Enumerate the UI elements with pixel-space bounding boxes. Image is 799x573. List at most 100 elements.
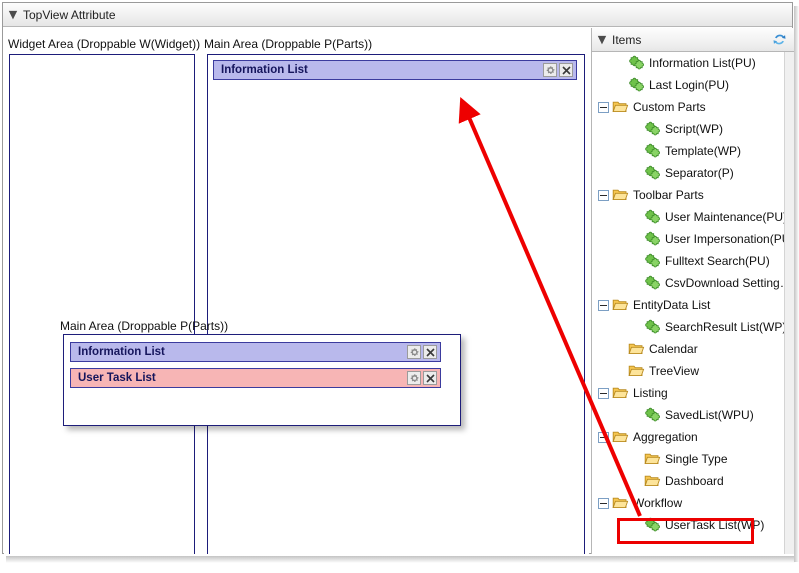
part-information-list[interactable]: Information List (213, 60, 577, 80)
tree-item[interactable]: Single Type (592, 448, 784, 470)
tree-item-label: Calendar (649, 342, 698, 356)
tree-item[interactable]: Dashboard (592, 470, 784, 492)
tree-item[interactable]: Listing (592, 382, 784, 404)
tree-item-label: Script(WP) (665, 122, 723, 136)
close-icon[interactable] (559, 63, 573, 77)
tree-item-label: Aggregation (633, 430, 698, 444)
refresh-icon[interactable] (768, 30, 790, 50)
tree-item-label: Separator(P) (665, 166, 734, 180)
tree-item[interactable]: SavedList(WPU) (592, 404, 784, 426)
items-tree[interactable]: Information List(PU) Last Login(PU) Custom… (592, 52, 784, 554)
tree-item[interactable]: Custom Parts (592, 96, 784, 118)
puzzle-icon (644, 165, 661, 181)
gear-icon[interactable] (407, 345, 421, 359)
tree-item-label: Listing (633, 386, 668, 400)
part-buttons (407, 371, 440, 385)
puzzle-icon (644, 209, 661, 225)
folder-icon (628, 341, 645, 357)
tree-item[interactable]: Aggregation (592, 426, 784, 448)
items-panel-header[interactable]: ▼ Items (592, 28, 794, 52)
puzzle-icon (644, 231, 661, 247)
screenshot-root: ▼ TopView Attribute Widget Area (Droppab… (0, 0, 799, 573)
tree-item[interactable]: Separator(P) (592, 162, 784, 184)
main-area-label: Main Area (Droppable P(Parts)) (204, 37, 373, 51)
items-scrollbar[interactable] (784, 52, 794, 554)
tree-item[interactable]: Script(WP) (592, 118, 784, 140)
items-panel-title: Items (612, 32, 642, 47)
collapse-minus-icon[interactable] (598, 189, 609, 201)
folder-icon (612, 429, 629, 445)
drag-ghost-panel[interactable]: Information List User Task List (63, 334, 461, 426)
widget-area-label: Widget Area (Droppable W(Widget)) (8, 37, 201, 51)
puzzle-icon (644, 143, 661, 159)
window-shadow-right (794, 6, 799, 562)
collapse-minus-icon[interactable] (598, 299, 609, 311)
collapse-minus-icon[interactable] (598, 387, 609, 399)
tree-item[interactable]: SearchResult List(WP) (592, 316, 784, 338)
window-shadow-bottom (6, 556, 795, 563)
tree-item[interactable]: Fulltext Search(PU) (592, 250, 784, 272)
tree-item[interactable]: EntityData List (592, 294, 784, 316)
folder-icon (612, 495, 629, 511)
tree-item-label: Information List(PU) (649, 56, 756, 70)
tree-item-label: Fulltext Search(PU) (665, 254, 770, 268)
folder-icon (644, 473, 661, 489)
folder-icon (612, 99, 629, 115)
gear-icon[interactable] (407, 371, 421, 385)
close-icon[interactable] (423, 345, 437, 359)
tree-item-label: User Maintenance(PU) (665, 210, 784, 224)
ghost-part-user-task-list[interactable]: User Task List (70, 368, 441, 388)
tree-item[interactable]: Toolbar Parts (592, 184, 784, 206)
close-icon[interactable] (423, 371, 437, 385)
tree-item-label: Dashboard (665, 474, 724, 488)
tree-item-label: SavedList(WPU) (665, 408, 754, 422)
tree-item[interactable]: User Maintenance(PU) (592, 206, 784, 228)
puzzle-icon (644, 275, 661, 291)
folder-icon (612, 187, 629, 203)
collapse-minus-icon[interactable] (598, 101, 609, 113)
tree-item[interactable]: User Impersonation(PU) (592, 228, 784, 250)
tree-item[interactable]: Workflow (592, 492, 784, 514)
chevron-down-icon[interactable]: ▼ (3, 9, 23, 20)
tree-item-label: TreeView (649, 364, 700, 378)
tree-item-label: SearchResult List(WP) (665, 320, 784, 334)
puzzle-icon (628, 77, 645, 93)
tree-item[interactable]: Information List(PU) (592, 52, 784, 74)
puzzle-icon (644, 407, 661, 423)
tree-item[interactable]: Last Login(PU) (592, 74, 784, 96)
folder-icon (628, 363, 645, 379)
part-label: Information List (221, 64, 308, 76)
collapse-minus-icon[interactable] (598, 497, 609, 509)
items-panel: ▼ Items Information List(PU) Last Login(P… (591, 28, 794, 554)
gear-icon[interactable] (543, 63, 557, 77)
main-drop-area[interactable]: Information List (207, 54, 585, 554)
tree-item[interactable]: Calendar (592, 338, 784, 360)
tree-item[interactable]: TreeView (592, 360, 784, 382)
folder-icon (644, 451, 661, 467)
page-title: TopView Attribute (23, 7, 116, 22)
tree-item[interactable]: CsvDownload Setting… (592, 272, 784, 294)
collapse-minus-icon[interactable] (598, 431, 609, 443)
design-canvas: Widget Area (Droppable W(Widget)) Main A… (4, 28, 589, 554)
topview-attribute-header[interactable]: ▼ TopView Attribute (3, 3, 792, 27)
application-window: ▼ TopView Attribute Widget Area (Droppab… (2, 2, 794, 554)
chevron-down-icon[interactable]: ▼ (592, 34, 612, 45)
puzzle-icon (644, 121, 661, 137)
tree-item-label: Toolbar Parts (633, 188, 704, 202)
widget-drop-area[interactable] (9, 54, 195, 554)
tree-item[interactable]: Template(WP) (592, 140, 784, 162)
ghost-part-information-list[interactable]: Information List (70, 342, 441, 362)
